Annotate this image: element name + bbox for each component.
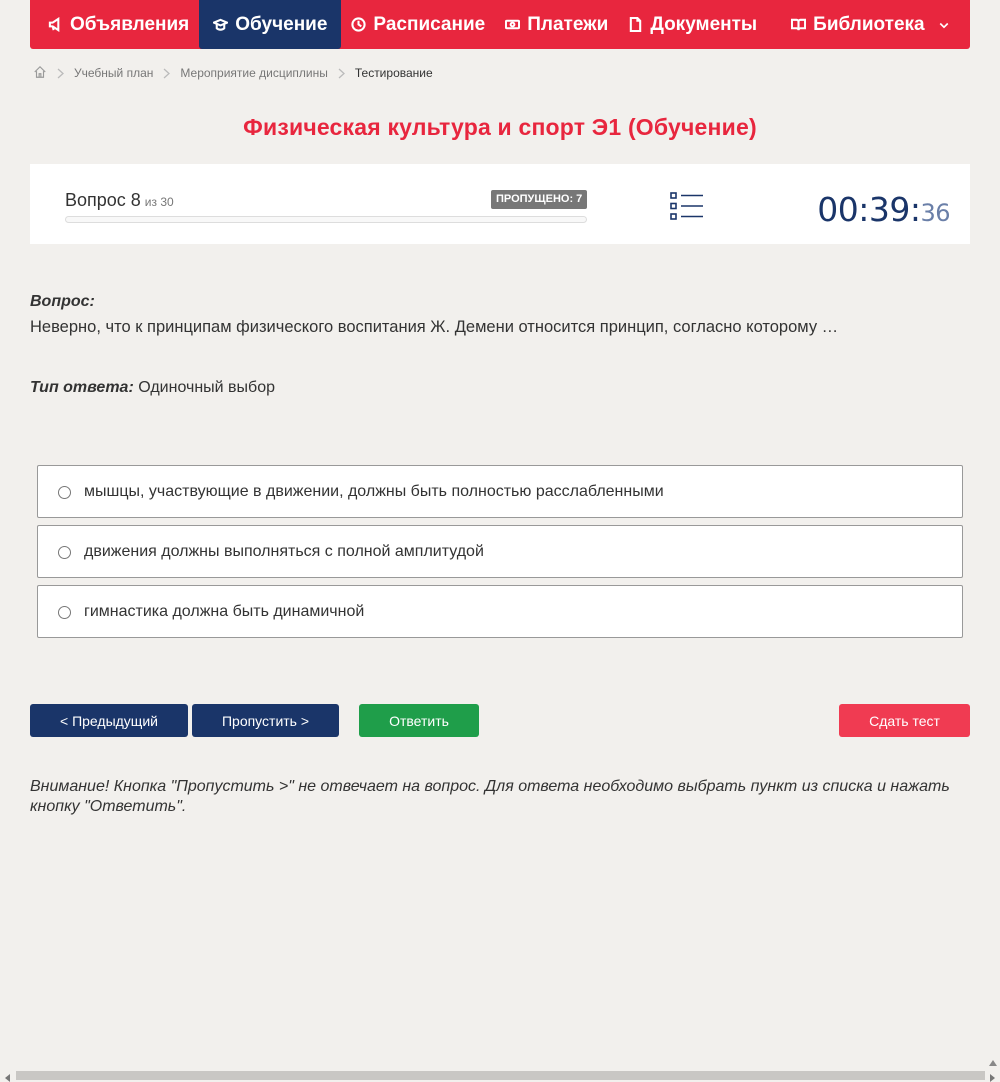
money-icon bbox=[505, 19, 521, 30]
nav-item-label: Платежи bbox=[527, 13, 609, 35]
answer-option-text: гимнастика должна быть динамичной bbox=[84, 602, 365, 620]
answer-type-value: Одиночный выбор bbox=[138, 379, 275, 396]
scroll-up-arrow-icon[interactable] bbox=[988, 1054, 998, 1066]
chevron-right-icon bbox=[163, 68, 171, 79]
nav-item-label: Объявления bbox=[70, 13, 190, 35]
breadcrumb-item-curriculum[interactable]: Учебный план bbox=[74, 66, 153, 80]
page-title: Физическая культура и спорт Э1 (Обучение… bbox=[243, 114, 757, 140]
answer-option-text: движения должны выполняться с полной амп… bbox=[84, 542, 484, 560]
radio-button[interactable] bbox=[58, 545, 71, 559]
answer-button[interactable]: Ответить bbox=[359, 704, 479, 737]
breadcrumb: Учебный план Мероприятие дисциплины Тест… bbox=[33, 64, 433, 82]
question-counter: Вопрос 8 из 30 bbox=[65, 190, 174, 211]
megaphone-icon bbox=[48, 17, 60, 32]
nav-item-label: Документы bbox=[650, 13, 758, 35]
answer-option[interactable]: гимнастика должна быть динамичной bbox=[37, 585, 963, 638]
scroll-left-arrow-icon[interactable] bbox=[3, 1070, 13, 1082]
chevron-right-icon bbox=[57, 68, 64, 79]
chevron-right-icon bbox=[338, 68, 345, 79]
breadcrumb-item-discipline-event[interactable]: Мероприятие дисциплины bbox=[180, 66, 327, 80]
book-icon bbox=[791, 18, 807, 31]
answer-type: Тип ответа: Одиночный выбор bbox=[30, 379, 275, 397]
nav-item-label: Библиотека bbox=[813, 13, 925, 35]
chevron-down-icon bbox=[939, 22, 948, 28]
radio-button[interactable] bbox=[58, 605, 71, 619]
question-label: Вопрос: bbox=[30, 293, 95, 310]
countdown-timer: 00:39:36 bbox=[817, 190, 950, 229]
breadcrumb-item-testing: Тестирование bbox=[354, 66, 433, 80]
answer-type-label: Тип ответа: bbox=[30, 379, 134, 396]
nav-item-library[interactable]: Библиотека bbox=[781, 0, 959, 49]
progress-bar bbox=[65, 216, 587, 223]
document-icon bbox=[630, 17, 642, 32]
warning-note: Внимание! Кнопка "Пропустить >" не отвеч… bbox=[30, 778, 950, 815]
nav-item-schedule[interactable]: Расписание bbox=[341, 0, 495, 49]
nav-item-label: Расписание bbox=[373, 13, 486, 35]
answer-option[interactable]: движения должны выполняться с полной амп… bbox=[37, 525, 963, 578]
nav-item-label: Обучение bbox=[235, 13, 328, 35]
question-list-icon[interactable] bbox=[670, 191, 704, 221]
previous-button[interactable]: < Предыдущий bbox=[30, 704, 188, 737]
skipped-badge: ПРОПУЩЕНО: 7 bbox=[491, 190, 588, 209]
question-number: Вопрос 8 bbox=[65, 190, 141, 210]
test-status-panel: Вопрос 8 из 30 ПРОПУЩЕНО: 7 00:39:36 bbox=[30, 164, 970, 244]
question-total: из 30 bbox=[144, 195, 174, 209]
nav-item-documents[interactable]: Документы bbox=[618, 0, 767, 49]
nav-item-learning[interactable]: Обучение bbox=[199, 0, 342, 49]
timer-main: 00:39: bbox=[817, 190, 921, 229]
answer-options: мышцы, участвующие в движении, должны бы… bbox=[37, 465, 963, 645]
graduation-cap-icon bbox=[213, 18, 229, 31]
nav-item-payments[interactable]: Платежи bbox=[495, 0, 618, 49]
answer-option-text: мышцы, участвующие в движении, должны бы… bbox=[84, 482, 664, 500]
scrollbar-thumb[interactable] bbox=[16, 1071, 985, 1080]
horizontal-scrollbar[interactable] bbox=[0, 1066, 1000, 1082]
answer-option[interactable]: мышцы, участвующие в движении, должны бы… bbox=[37, 465, 963, 518]
nav-item-announcements[interactable]: Объявления bbox=[38, 0, 199, 49]
scroll-right-arrow-icon[interactable] bbox=[987, 1070, 997, 1082]
timer-seconds: 36 bbox=[920, 199, 950, 227]
top-navbar: Объявления Обучение Расписание Платежи Д… bbox=[30, 0, 970, 49]
submit-test-button[interactable]: Сдать тест bbox=[839, 704, 970, 737]
radio-button[interactable] bbox=[58, 485, 71, 499]
skip-button[interactable]: Пропустить > bbox=[192, 704, 339, 737]
question-text: Неверно, что к принципам физического вос… bbox=[30, 318, 839, 336]
clock-icon bbox=[351, 17, 367, 32]
home-icon[interactable] bbox=[33, 65, 47, 82]
